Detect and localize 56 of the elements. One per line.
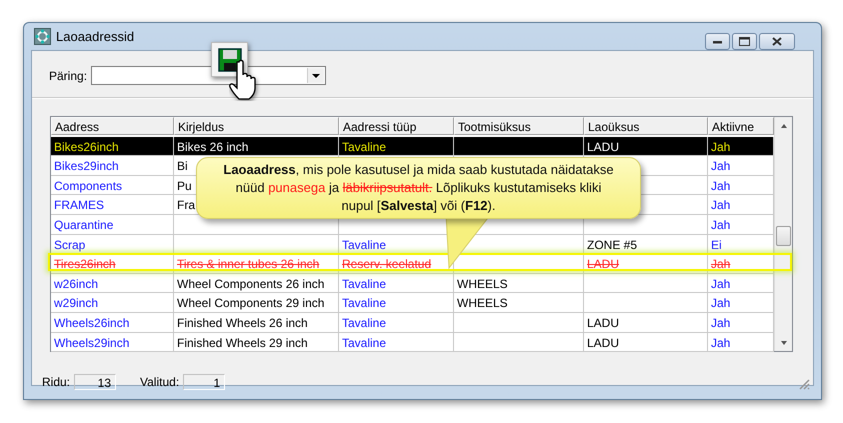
column-header[interactable]: Tootmisüksus	[454, 117, 584, 135]
table-cell: Tavaline	[339, 293, 454, 313]
close-icon	[772, 37, 782, 46]
app-icon	[34, 28, 51, 45]
table-cell: Finished Wheels 29 inch	[174, 332, 339, 352]
table-cell: Finished Wheels 26 inch	[174, 312, 339, 333]
row-count-label: Ridu:	[42, 375, 70, 389]
table-cell: Bikes 26 inch	[174, 136, 339, 156]
minimize-button[interactable]	[705, 33, 730, 50]
table-cell: Bikes29inch	[51, 156, 174, 176]
table-cell: FRAMES	[51, 195, 174, 215]
maximize-icon	[739, 37, 750, 46]
table-cell: Tavaline	[339, 332, 454, 352]
resize-grip-icon[interactable]	[798, 378, 810, 390]
table-cell: Scrap	[51, 234, 174, 254]
selected-count-label: Valitud:	[140, 375, 180, 389]
column-header[interactable]: Kirjeldus	[174, 117, 339, 135]
table-cell: Tires & inner tubes 26 inch	[174, 254, 339, 274]
minimize-icon	[713, 40, 722, 44]
table-cell: Wheel Components 29 inch	[174, 293, 339, 313]
table-cell: Jah	[708, 136, 774, 156]
scrollbar[interactable]	[774, 117, 792, 351]
table-cell: ZONE #5	[584, 234, 708, 254]
table-cell: Quarantine	[51, 214, 174, 235]
table-cell: w26inch	[51, 274, 174, 294]
table-cell: WHEELS	[454, 274, 584, 294]
table-cell: w29inch	[51, 293, 174, 313]
table-cell: WHEELS	[454, 293, 584, 313]
table-cell: LADU	[584, 136, 708, 156]
table-cell: Components	[51, 176, 174, 196]
scroll-down-icon[interactable]	[780, 340, 786, 344]
table-cell: Bikes26inch	[51, 136, 174, 156]
table-cell: Wheels29inch	[51, 332, 174, 352]
save-button[interactable]	[211, 42, 248, 77]
dropdown-arrow-icon[interactable]	[312, 74, 320, 78]
column-header[interactable]: Aadress	[51, 117, 174, 135]
table-cell: LADU	[584, 312, 708, 333]
close-button[interactable]	[759, 33, 795, 50]
scroll-thumb[interactable]	[776, 226, 791, 246]
table-cell: Tavaline	[339, 312, 454, 333]
maximize-button[interactable]	[732, 33, 757, 50]
table-cell: Wheels26inch	[51, 312, 174, 333]
column-header[interactable]: Laoüksus	[584, 117, 708, 135]
column-header[interactable]: Aktiivne	[708, 117, 774, 135]
row-count-value: 13	[74, 374, 116, 390]
table-cell: Tavaline	[339, 136, 454, 156]
table-cell: Wheel Components 26 inch	[174, 274, 339, 294]
column-header[interactable]: Aadressi tüüp	[339, 117, 454, 135]
window-title: Laoaadressid	[56, 29, 134, 44]
query-label: Päring:	[49, 68, 88, 82]
table-cell: Tavaline	[339, 274, 454, 294]
table-cell: Tires26inch	[51, 254, 174, 274]
scroll-up-icon[interactable]	[780, 124, 786, 128]
table-cell: LADU	[584, 254, 708, 274]
table-cell: LADU	[584, 332, 708, 352]
selected-count-value: 1	[183, 374, 226, 390]
